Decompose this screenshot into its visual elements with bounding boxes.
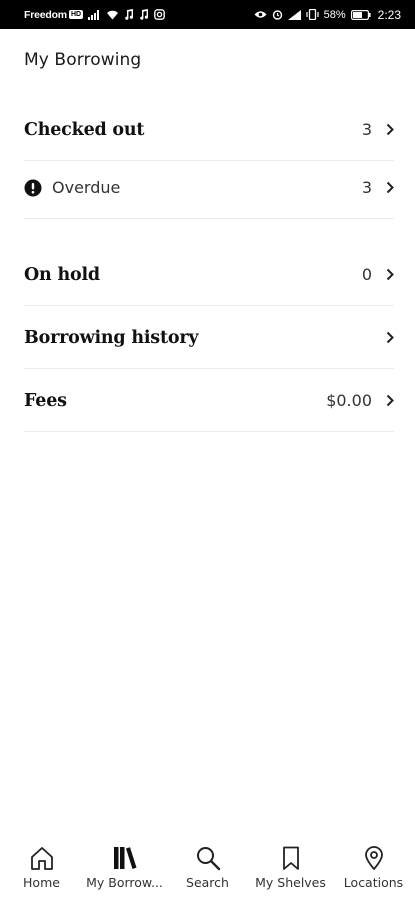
checked-out-count: 3 [361,120,372,139]
data-signal-icon [287,9,301,20]
borrowing-history-label: Borrowing history [24,327,199,348]
nav-home[interactable]: Home [0,838,83,890]
music-note-icon-2 [139,9,149,20]
fees-amount: $0.00 [326,391,372,410]
carrier-name: Freedom [24,8,67,21]
status-bar-left: Freedom HD [24,9,165,21]
location-pin-icon [361,844,387,872]
status-bar-right: 58% 2:23 [254,8,401,22]
search-icon [195,844,221,872]
checked-out-label: Checked out [24,119,145,140]
on-hold-row[interactable]: On hold 0 [24,244,394,306]
eye-icon [254,10,267,19]
status-clock: 2:23 [377,7,401,22]
home-icon [29,844,55,872]
page-title: My Borrowing [24,50,142,70]
overdue-count: 3 [361,178,372,197]
chevron-right-icon [386,123,394,136]
checked-out-right: 3 [362,120,394,139]
battery-percent: 58% [323,8,346,21]
battery-icon [350,9,371,20]
signal-icon [88,9,101,20]
alert-icon [24,179,42,197]
chevron-right-icon [386,268,394,281]
instagram-icon [154,9,165,20]
borrowing-history-row[interactable]: Borrowing history [24,307,394,369]
on-hold-count: 0 [361,265,372,284]
chevron-right-icon [386,331,394,344]
alarm-icon [272,9,283,20]
fees-row[interactable]: Fees $0.00 [24,370,394,432]
wifi-icon [106,10,119,20]
on-hold-right: 0 [362,265,394,284]
overdue-label: Overdue [52,178,121,197]
nav-my-borrowing[interactable]: My Borrow... [83,838,166,890]
bookmark-icon [278,844,304,872]
nav-locations[interactable]: Locations [332,838,415,890]
fees-right: $0.00 [326,391,394,410]
borrowing-history-right [386,331,394,344]
overdue-row[interactable]: Overdue 3 [24,157,394,219]
overdue-left: Overdue [24,178,120,197]
fees-label: Fees [24,390,67,411]
nav-home-label: Home [23,875,60,890]
chevron-right-icon [386,181,394,194]
nav-my-shelves-label: My Shelves [255,875,326,890]
nav-search-label: Search [186,875,229,890]
bottom-nav: Home My Borrow... Search My Shelves Loca… [0,838,415,900]
checked-out-row[interactable]: Checked out 3 [24,99,394,161]
music-note-icon [124,9,134,20]
overdue-right: 3 [362,178,394,197]
vibrate-icon [306,9,319,20]
nav-search[interactable]: Search [166,838,249,890]
chevron-right-icon [386,394,394,407]
nav-my-shelves[interactable]: My Shelves [249,838,332,890]
hd-badge: HD [68,10,84,19]
books-icon [112,844,138,872]
nav-locations-label: Locations [343,875,404,890]
status-bar: Freedom HD 58% 2:23 [0,0,415,29]
nav-my-borrowing-label: My Borrow... [86,875,163,890]
on-hold-label: On hold [24,264,100,285]
